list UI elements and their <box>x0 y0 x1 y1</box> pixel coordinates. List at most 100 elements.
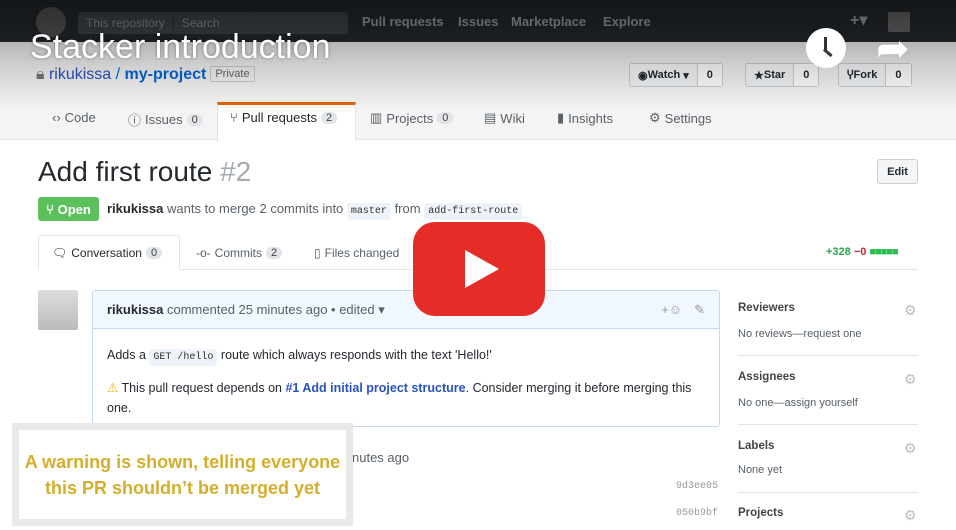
watch-button[interactable]: ◉ Watch ▾ 0 <box>629 63 723 87</box>
gear-icon[interactable]: ⚙ <box>904 507 917 524</box>
avatar[interactable] <box>38 290 78 330</box>
repo-name-link[interactable]: my-project <box>125 66 207 83</box>
status-badge: ⑂ Open <box>38 197 99 221</box>
lock-icon: 🔒︎ <box>36 66 45 83</box>
issue-icon: ⓘ <box>128 113 142 128</box>
divider <box>738 355 918 356</box>
tab-label: Settings <box>664 110 712 126</box>
nav-pull-requests[interactable]: Pull requests <box>362 14 444 29</box>
timeline-time: nutes ago <box>352 450 410 465</box>
pr-meta-text: wants to merge 2 commits into <box>167 201 344 216</box>
fork-label: Fork <box>853 69 878 81</box>
assignees-text[interactable]: No one—assign yourself <box>738 397 858 409</box>
dependency-link[interactable]: #1 Add initial project structure <box>285 381 465 395</box>
tab-label: Conversation <box>71 246 142 260</box>
comment-body: Adds a GET /hello route which always res… <box>107 345 705 368</box>
nav-explore[interactable]: Explore <box>603 14 651 29</box>
tab-issues[interactable]: ⓘ Issues 0 <box>128 110 203 129</box>
commit-sha[interactable]: 050b9bf <box>676 508 718 519</box>
gear-icon[interactable]: ⚙ <box>904 440 917 457</box>
caption-text: A warning is shown, telling everyone thi… <box>19 430 346 519</box>
play-button[interactable] <box>413 222 545 316</box>
tab-label: Insights <box>568 110 613 126</box>
tab-label: Wiki <box>500 110 525 126</box>
sidebar-reviewers: Reviewers <box>738 302 795 314</box>
watch-count: 0 <box>697 64 722 86</box>
tab-conversation[interactable]: 🗨︎ Conversation 0 <box>52 246 163 260</box>
pr-title-text: Add first route <box>38 156 213 187</box>
gear-icon[interactable]: ⚙ <box>904 302 917 319</box>
graph-icon: ▮ <box>557 110 565 125</box>
base-branch[interactable]: master <box>346 203 391 220</box>
sidebar-labels: Labels <box>738 440 775 452</box>
tab-pull-requests[interactable]: ⑂ Pull requests 2 <box>230 110 338 125</box>
nav-issues[interactable]: Issues <box>458 14 498 29</box>
watch-label: Watch <box>647 69 681 81</box>
gear-icon: ⚙ <box>649 110 661 125</box>
divider <box>738 424 918 425</box>
comment-header: rikukissa commented 25 minutes ago • edi… <box>93 291 719 329</box>
tab-wiki[interactable]: ▤ Wiki <box>484 110 525 126</box>
video-caption: A warning is shown, telling everyone thi… <box>12 423 353 526</box>
body-text: route which always responds with the tex… <box>220 348 492 362</box>
pr-number: #2 <box>220 156 252 187</box>
tab-files-changed[interactable]: ▯ Files changed <box>314 246 399 260</box>
commit-sha[interactable]: 9d3ee05 <box>676 481 718 492</box>
from-text: from <box>394 201 421 216</box>
plus-icon[interactable]: +▾ <box>850 10 867 30</box>
tab-insights[interactable]: ▮ Insights <box>557 110 613 126</box>
tab-count: 2 <box>266 247 283 259</box>
diffstat: +328 −0 ■■■■■ <box>826 246 899 258</box>
tab-count: 0 <box>437 112 454 124</box>
repo-owner-link[interactable]: rikukissa <box>49 66 111 83</box>
video-title[interactable]: Stacker introduction <box>30 28 331 67</box>
star-label: Star <box>763 69 786 81</box>
tab-label: Pull requests <box>241 110 317 125</box>
warning-icon: ⚠ <box>107 381 119 395</box>
nav-marketplace[interactable]: Marketplace <box>511 14 586 29</box>
tab-settings[interactable]: ⚙ Settings <box>649 110 712 126</box>
watch-later-clock-icon[interactable] <box>806 28 846 68</box>
comment-icon: 🗨︎ <box>52 246 68 260</box>
comment: rikukissa commented 25 minutes ago • edi… <box>92 290 720 427</box>
pr-meta: rikukissa wants to merge 2 commits into … <box>107 201 523 220</box>
code-icon: ‹› <box>52 110 61 125</box>
tab-label: Code <box>64 110 96 125</box>
repo-path: 🔒︎ rikukissa / my-project Private <box>36 66 255 84</box>
labels-text: None yet <box>738 464 783 476</box>
tab-projects[interactable]: ▥ Projects 0 <box>370 110 454 126</box>
star-count: 0 <box>794 64 819 86</box>
tab-code[interactable]: ‹› Code <box>52 110 96 125</box>
share-arrow-icon[interactable]: ➦ <box>876 26 910 72</box>
commit-icon: -o- <box>196 246 211 260</box>
edit-button[interactable]: Edit <box>877 159 918 184</box>
wiki-icon: ▤ <box>484 110 497 125</box>
dependency-warning: ⚠ This pull request depends on #1 Add in… <box>107 378 705 418</box>
pull-request-icon: ⑂ <box>230 110 238 125</box>
tab-label: Projects <box>386 110 434 126</box>
comment-meta: commented 25 minutes ago • edited <box>167 302 375 317</box>
pencil-icon[interactable]: ✎ <box>694 302 705 318</box>
project-icon: ▥ <box>370 110 383 125</box>
private-badge: Private <box>210 66 255 82</box>
tab-count: 2 <box>320 111 338 124</box>
gear-icon[interactable]: ⚙ <box>904 371 917 388</box>
tab-count: 0 <box>145 247 163 259</box>
diffstat-bar: ■■■■■ <box>869 246 898 258</box>
divider <box>738 492 918 493</box>
status-label: Open <box>57 201 91 217</box>
tab-label: Commits <box>214 246 263 260</box>
tab-commits[interactable]: -o- Commits 2 <box>196 246 283 260</box>
comment-author[interactable]: rikukissa <box>107 302 163 317</box>
pr-title: Add first route #2 <box>38 156 251 188</box>
pr-author-link[interactable]: rikukissa <box>107 201 163 216</box>
star-button[interactable]: ★ Star 0 <box>745 63 820 87</box>
reviewers-text[interactable]: No reviews—request one <box>738 328 862 340</box>
tab-label: Files changed <box>324 246 400 260</box>
tab-label: Issues <box>145 112 183 127</box>
sidebar-assignees: Assignees <box>738 371 796 383</box>
body-code: GET /hello <box>149 349 218 366</box>
tab-count: 0 <box>186 113 203 126</box>
add-reaction-icon[interactable]: +☺ <box>661 302 682 317</box>
head-branch[interactable]: add-first-route <box>424 203 523 220</box>
